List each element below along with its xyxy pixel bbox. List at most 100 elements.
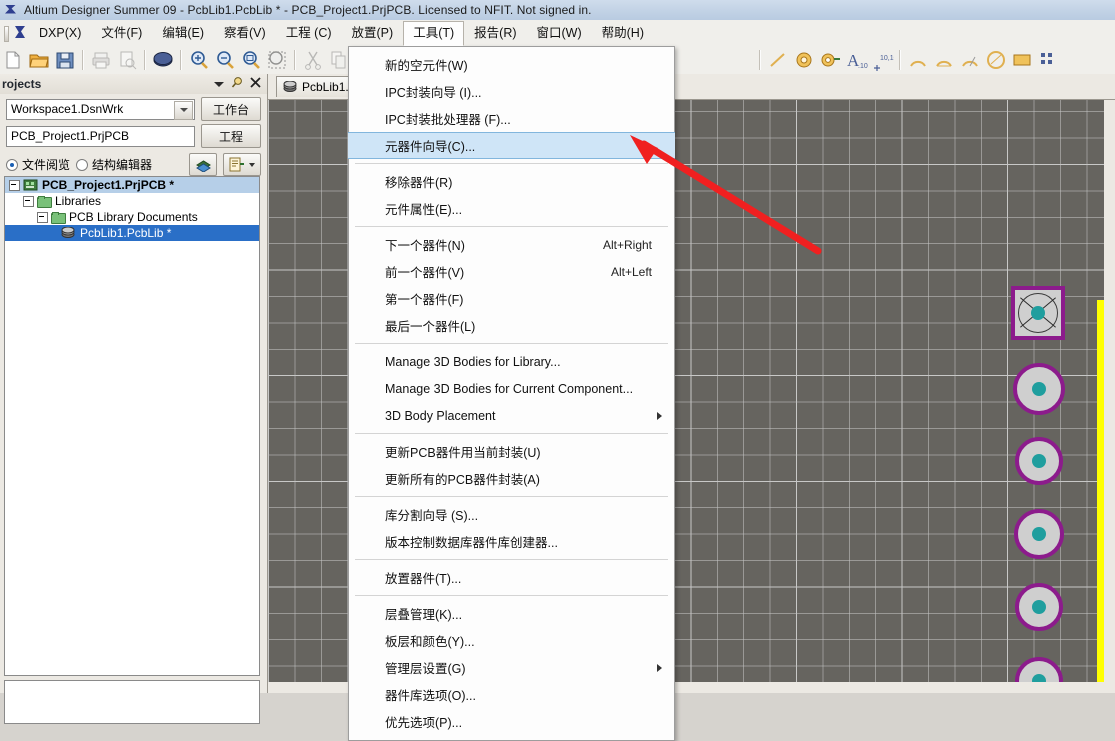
menu-separator xyxy=(355,343,668,344)
menu-place[interactable]: 放置(P) xyxy=(342,21,404,46)
save-icon[interactable] xyxy=(53,48,77,72)
pad-round-4[interactable] xyxy=(1014,509,1064,559)
menu-window[interactable]: 窗口(W) xyxy=(527,21,592,46)
menu-item-label: 移除器件(R) xyxy=(385,176,453,190)
pcblib-icon xyxy=(283,80,298,93)
menu-view[interactable]: 察看(V) xyxy=(214,21,276,46)
menu-item-manage-3d-bodies-current[interactable]: Manage 3D Bodies for Current Component..… xyxy=(349,375,674,402)
folder-icon xyxy=(51,211,66,224)
place-full-circle-icon[interactable] xyxy=(984,48,1008,72)
dxp-logo-icon xyxy=(13,25,29,41)
tools-dropdown-menu[interactable]: 新的空元件(W) IPC封装向导 (I)... IPC封装批处理器 (F)...… xyxy=(348,46,675,741)
yellow-boundary-bar xyxy=(1097,300,1104,693)
place-fill-icon[interactable] xyxy=(1010,48,1034,72)
open-folder-icon[interactable] xyxy=(27,48,51,72)
menu-project[interactable]: 工程 (C) xyxy=(276,21,342,46)
pin-icon[interactable] xyxy=(231,76,244,92)
menu-item-update-all-pcb-footprints[interactable]: 更新所有的PCB器件封装(A) xyxy=(349,465,674,492)
svg-text:10,10: 10,10 xyxy=(880,55,894,62)
radio-structure-editor[interactable]: 结构编辑器 xyxy=(76,156,152,173)
toolbar-separator xyxy=(294,50,296,70)
cut-icon xyxy=(301,48,325,72)
zoom-out-icon[interactable] xyxy=(213,48,237,72)
project-button[interactable]: 工程 xyxy=(201,124,261,148)
menu-item-library-splitter-wizard[interactable]: 库分割向导 (S)... xyxy=(349,501,674,528)
zoom-area-icon[interactable] xyxy=(239,48,263,72)
menu-item-new-blank-component[interactable]: 新的空元件(W) xyxy=(349,51,674,78)
menu-dxp[interactable]: DXP(X) xyxy=(29,21,91,46)
menu-help[interactable]: 帮助(H) xyxy=(592,21,654,46)
menu-item-place-component[interactable]: 放置器件(T)... xyxy=(349,564,674,591)
menu-item-library-options[interactable]: 器件库选项(O)... xyxy=(349,681,674,708)
menu-item-ipc-footprint-wizard[interactable]: IPC封装向导 (I)... xyxy=(349,78,674,105)
menu-item-label: 更新PCB器件用当前封装(U) xyxy=(385,446,541,460)
panel-header: rojects xyxy=(0,74,267,94)
menu-file[interactable]: 文件(F) xyxy=(91,21,152,46)
zoom-selection-icon[interactable] xyxy=(265,48,289,72)
menu-item-board-layers-and-colors[interactable]: 板层和颜色(Y)... xyxy=(349,627,674,654)
workspace-combo[interactable]: Workspace1.DsnWrk xyxy=(6,98,195,120)
workbench-button[interactable]: 工作台 xyxy=(201,97,261,121)
toolbar-separator xyxy=(180,50,182,70)
place-pad-icon[interactable] xyxy=(792,48,816,72)
tree-expander-icon[interactable] xyxy=(37,211,48,223)
pad-square-1[interactable] xyxy=(1011,286,1065,340)
place-array-icon[interactable] xyxy=(1036,48,1060,72)
menu-item-prev-component[interactable]: 前一个器件(V) Alt+Left xyxy=(349,258,674,285)
menu-item-update-pcb-current-footprint[interactable]: 更新PCB器件用当前封装(U) xyxy=(349,438,674,465)
menu-tools[interactable]: 工具(T) xyxy=(403,20,465,46)
radio-structure-editor-label: 结构编辑器 xyxy=(92,158,153,172)
menu-item-label: 优先选项(P)... xyxy=(385,716,463,730)
menu-item-next-component[interactable]: 下一个器件(N) Alt+Right xyxy=(349,231,674,258)
tree-node-project[interactable]: PCB_Project1.PrjPCB * xyxy=(5,177,259,193)
place-via-icon[interactable] xyxy=(818,48,842,72)
menu-drag-handle[interactable] xyxy=(2,23,12,43)
chevron-down-icon[interactable] xyxy=(174,100,193,120)
radio-file-view[interactable]: 文件阅览 xyxy=(6,156,70,173)
menu-item-remove-component[interactable]: 移除器件(R) xyxy=(349,168,674,195)
menu-item-layer-sets-manager[interactable]: 管理层设置(G) xyxy=(349,654,674,681)
menu-item-preferences[interactable]: 优先选项(P)... xyxy=(349,708,674,735)
place-arc-center-icon[interactable] xyxy=(906,48,930,72)
menu-item-label: 3D Body Placement xyxy=(385,408,496,423)
chevron-down-icon[interactable] xyxy=(213,77,225,91)
menu-item-ipc-batch-generator[interactable]: IPC封装批处理器 (F)... xyxy=(349,105,674,132)
pad-round-2[interactable] xyxy=(1013,363,1065,415)
place-arc-edge-icon[interactable] xyxy=(932,48,956,72)
tree-expander-icon[interactable] xyxy=(9,179,20,191)
view-mode-row: 文件阅览 结构编辑器 xyxy=(0,148,267,178)
menu-item-manage-3d-bodies-library[interactable]: Manage 3D Bodies for Library... xyxy=(349,348,674,375)
workspace-value: Workspace1.DsnWrk xyxy=(11,102,124,116)
project-tree[interactable]: PCB_Project1.PrjPCB * Libraries PCB Libr… xyxy=(4,176,260,676)
menu-item-last-component[interactable]: 最后一个器件(L) xyxy=(349,312,674,339)
menu-item-component-wizard[interactable]: 元器件向导(C)... xyxy=(348,132,675,159)
zoom-in-icon[interactable] xyxy=(187,48,211,72)
tree-node-pcblib1[interactable]: PcbLib1.PcbLib * xyxy=(5,225,259,241)
menu-separator xyxy=(355,433,668,434)
menu-item-component-properties[interactable]: 元件属性(E)... xyxy=(349,195,674,222)
new-document-icon[interactable] xyxy=(1,48,25,72)
document-options-icon[interactable] xyxy=(223,153,261,176)
close-icon[interactable] xyxy=(250,77,261,91)
pad-round-3[interactable] xyxy=(1015,437,1063,485)
tree-expander-icon[interactable] xyxy=(23,195,34,207)
draw-line-icon[interactable] xyxy=(766,48,790,72)
toolbar-separator xyxy=(899,50,901,70)
menu-reports[interactable]: 报告(R) xyxy=(464,21,526,46)
menu-item-layer-stack-manager[interactable]: 层叠管理(K)... xyxy=(349,600,674,627)
place-arc-any-icon[interactable] xyxy=(958,48,982,72)
tree-node-pcb-library-documents[interactable]: PCB Library Documents xyxy=(5,209,259,225)
vertical-scroll-gutter[interactable] xyxy=(1104,100,1115,693)
menu-item-vcs-db-library-maker[interactable]: 版本控制数据库器件库创建器... xyxy=(349,528,674,555)
layers-icon[interactable] xyxy=(189,153,217,176)
menu-item-first-component[interactable]: 第一个器件(F) xyxy=(349,285,674,312)
place-string-icon[interactable]: A.10,10 xyxy=(844,48,878,72)
project-field[interactable]: PCB_Project1.PrjPCB xyxy=(6,125,195,147)
board-insight-icon[interactable] xyxy=(151,48,175,72)
radio-dot-icon xyxy=(6,158,18,171)
tree-node-libraries[interactable]: Libraries xyxy=(5,193,259,209)
place-coordinate-icon[interactable]: 10,10 xyxy=(870,48,898,72)
menu-edit[interactable]: 编辑(E) xyxy=(152,21,214,46)
menu-item-3d-body-placement[interactable]: 3D Body Placement xyxy=(349,402,674,429)
pad-round-5[interactable] xyxy=(1015,583,1063,631)
